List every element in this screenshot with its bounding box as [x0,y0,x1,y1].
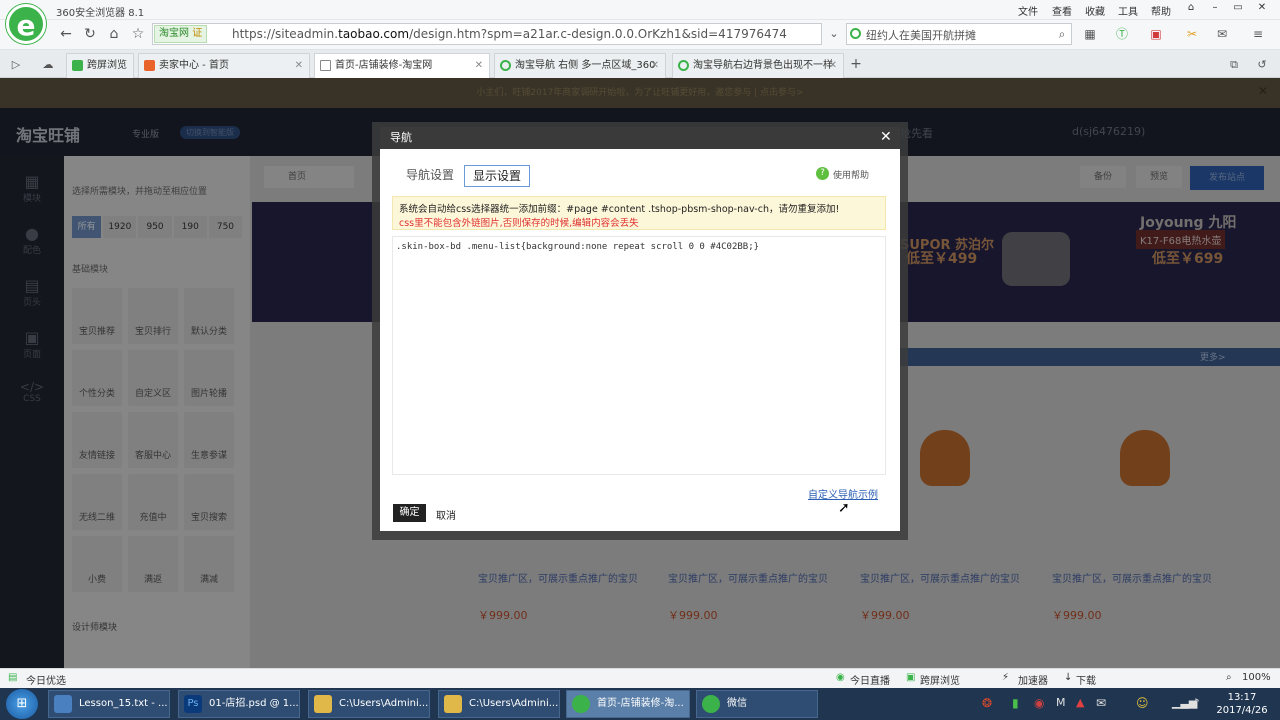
tray-mail-icon[interactable]: M [1056,696,1066,709]
tab-display-settings[interactable]: 显示设置 [464,165,531,187]
cloud-icon[interactable]: ☁ [38,55,58,75]
maximize-icon[interactable]: ▭ [1230,2,1246,16]
task-explorer-1[interactable]: C:\Users\Admini... [308,690,430,718]
dialog-title[interactable]: 导航 [380,127,900,149]
pin-icon[interactable]: ⌂ [1183,2,1199,16]
cross-screen-icon: ▣ [906,672,916,683]
tray-qq-icon[interactable]: ☺ [1136,696,1149,710]
tray-adobe-icon[interactable]: ▲ [1076,696,1084,709]
tray-360-icon[interactable]: ❂ [982,696,992,710]
tab-cross-screen[interactable]: 跨屏浏览 [66,53,134,78]
undo-tab-icon[interactable]: ↺ [1252,55,1272,75]
cancel-button[interactable]: 取消 [436,507,456,522]
close-tab-icon[interactable]: ✕ [651,54,659,77]
tab-search-2[interactable]: 淘宝导航右边背景色出现不一样 ✕ [672,53,844,78]
close-tab-icon[interactable]: ✕ [829,54,837,77]
tab-nav-settings[interactable]: 导航设置 [398,165,462,187]
tab-shop-decoration[interactable]: 首页-店铺装修-淘宝网 ✕ [314,53,490,78]
tray-antivirus-icon[interactable]: ◉ [1034,696,1044,710]
tip-image-warning: css里不能包含外链图片,否则保存的时候,编辑内容会丢失 [399,218,639,229]
pdf-icon[interactable]: ▣ [1146,24,1166,44]
nav-example-link[interactable]: 自定义导航示例 [808,486,878,501]
status-today-picks[interactable]: 今日优选 [26,672,66,687]
close-tab-icon[interactable]: ✕ [295,54,303,77]
zoom-level[interactable]: 100% [1242,672,1271,683]
refresh-icon[interactable]: ↻ [80,24,100,44]
task-wechat[interactable]: 微信 [696,690,818,718]
tab-search-1[interactable]: 淘宝导航 右侧 多一点区域_360 ✕ [494,53,666,78]
task-browser[interactable]: 首页-店铺装修-淘... [566,690,690,718]
close-tab-icon[interactable]: ✕ [475,54,483,77]
search-icon[interactable]: ⌕ [1052,24,1072,44]
tray-volume-icon[interactable]: ♪ [1192,696,1200,710]
taskbar-clock[interactable]: 13:17 2017/4/26 [1212,691,1272,717]
tray-battery-icon[interactable]: ▮ [1012,696,1019,710]
menu-view[interactable]: 查看 [1052,3,1072,18]
restore-tab-icon[interactable]: ⧉ [1224,55,1244,75]
status-doc-icon: ▤ [8,672,18,683]
status-download[interactable]: 下载 [1076,672,1096,687]
menu-icon[interactable]: ≡ [1248,24,1268,44]
css-editor[interactable] [392,236,886,475]
dropdown-icon[interactable]: ⌄ [824,24,844,44]
tools-icon[interactable]: ✂ [1182,24,1202,44]
new-tab-icon[interactable]: + [846,54,866,74]
tray-wechat-icon[interactable]: ✉ [1096,696,1106,710]
menu-help[interactable]: 帮助 [1151,3,1171,18]
status-cross-screen[interactable]: 跨屏浏览 [920,672,960,687]
confirm-button[interactable]: 确定 [393,504,426,522]
minimize-icon[interactable]: – [1207,2,1223,16]
tip-prefix-notice: 系统会自动给css选择器统一添加前缀：#page #content .tshop… [399,204,840,215]
help-icon[interactable]: ? [816,167,829,180]
sidebar-toggle-icon[interactable]: ▷ [6,55,26,75]
browser-logo-icon: e [6,4,46,44]
translate-icon[interactable]: Ⓣ [1112,24,1132,44]
menu-file[interactable]: 文件 [1018,3,1038,18]
menu-favorites[interactable]: 收藏 [1085,3,1105,18]
mouse-cursor-icon: ➚ [838,500,850,516]
close-window-icon[interactable]: ✕ [1254,2,1270,16]
live-icon: ◉ [836,672,845,683]
task-photoshop[interactable]: Ps 01-店招.psd @ 1... [178,690,300,718]
url-text[interactable]: https://siteadmin.taobao.com/design.htm?… [232,27,787,41]
accelerator-icon: ⚡ [1002,672,1010,683]
help-link[interactable]: 使用帮助 [833,168,869,181]
status-accelerator[interactable]: 加速器 [1018,672,1048,687]
search-engine-icon[interactable] [850,28,861,39]
tab-seller-center[interactable]: 卖家中心 - 首页 ✕ [138,53,310,78]
start-button-icon[interactable]: ⊞ [6,689,38,719]
apps-icon[interactable]: ▦ [1080,24,1100,44]
message-icon[interactable]: ✉ [1212,24,1232,44]
search-text[interactable]: 纽约人在美国开航拼摊 [866,27,976,43]
close-dialog-icon[interactable]: ✕ [880,129,892,145]
back-icon[interactable]: ← [56,24,76,44]
task-notepad[interactable]: Lesson_15.txt - ... [48,690,170,718]
menu-tools[interactable]: 工具 [1118,3,1138,18]
star-icon[interactable]: ☆ [128,24,148,44]
app-title: 360安全浏览器 8.1 [56,8,145,19]
task-explorer-2[interactable]: C:\Users\Admini... [438,690,560,718]
zoom-icon: ⌕ [1226,672,1232,683]
site-badge[interactable]: 淘宝网 证 [154,25,208,43]
download-icon: ↓ [1064,672,1073,683]
status-live[interactable]: 今日直播 [850,672,890,687]
home-icon[interactable]: ⌂ [104,24,124,44]
